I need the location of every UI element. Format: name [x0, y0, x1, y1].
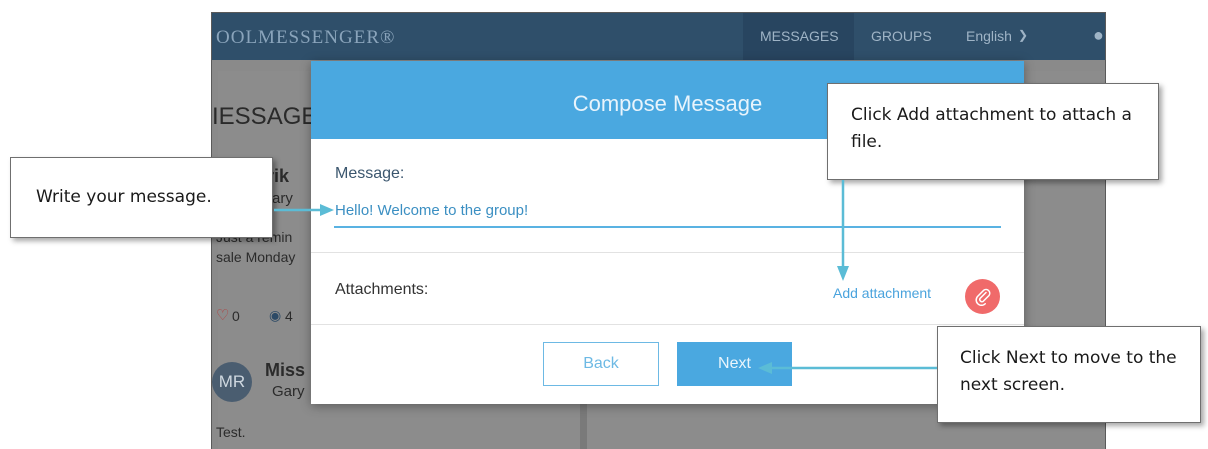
- arrow-head: [320, 204, 334, 216]
- arrow-head: [837, 266, 849, 281]
- arrow-head: [758, 362, 772, 374]
- callout-arrows: [274, 180, 937, 374]
